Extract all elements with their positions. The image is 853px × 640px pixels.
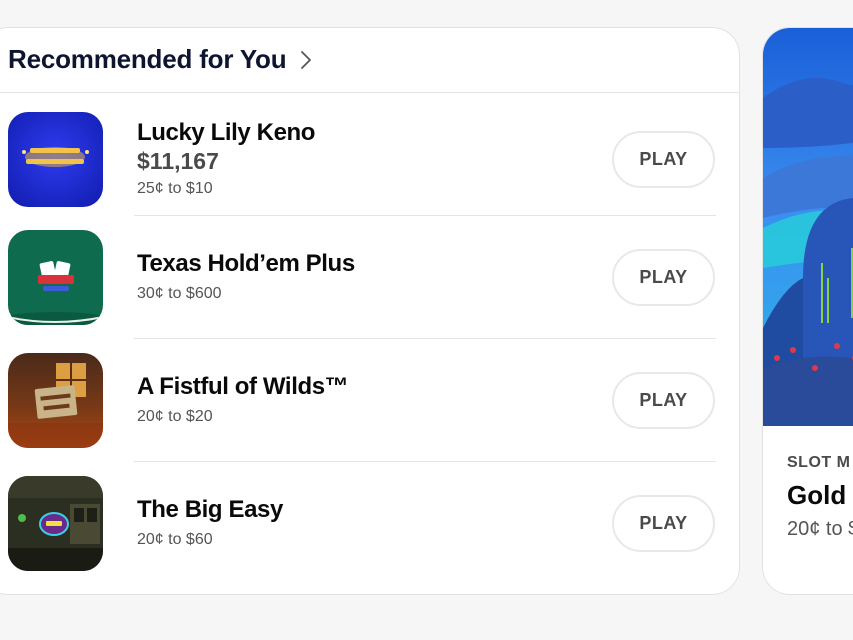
lucky-lily-keno-thumbnail[interactable] — [8, 112, 103, 207]
game-row-texas-holdem-plus: Texas Hold’em Plus 30¢ to $600 PLAY — [0, 216, 740, 336]
section-header[interactable]: Recommended for You — [8, 44, 312, 75]
game-bet-range: 20¢ to $60 — [137, 531, 213, 548]
chevron-right-icon[interactable] — [300, 50, 312, 70]
play-button[interactable]: PLAY — [612, 131, 715, 188]
play-button[interactable]: PLAY — [612, 372, 715, 429]
game-name[interactable]: Texas Hold’em Plus — [137, 250, 355, 278]
game-name[interactable]: The Big Easy — [137, 496, 283, 524]
featured-game-image[interactable] — [763, 28, 853, 426]
game-row-a-fistful-of-wilds: A Fistful of Wilds™ 20¢ to $20 PLAY — [0, 339, 740, 459]
a-fistful-of-wilds-thumbnail[interactable] — [8, 353, 103, 448]
texas-holdem-plus-thumbnail[interactable] — [8, 230, 103, 325]
game-name[interactable]: A Fistful of Wilds™ — [137, 373, 349, 401]
game-bet-range: 20¢ to $20 — [137, 408, 213, 425]
game-name[interactable]: Lucky Lily Keno — [137, 119, 315, 147]
section-title[interactable]: Recommended for You — [8, 44, 287, 75]
the-big-easy-thumbnail[interactable] — [8, 476, 103, 571]
play-button[interactable]: PLAY — [612, 249, 715, 306]
featured-game-title[interactable]: Gold — [787, 480, 846, 511]
featured-game-card[interactable]: SLOT M Gold 20¢ to $ — [762, 27, 853, 595]
featured-game-bet-range: 20¢ to $ — [787, 518, 853, 540]
play-button[interactable]: PLAY — [612, 495, 715, 552]
game-bet-range: 25¢ to $10 — [137, 180, 213, 197]
game-bet-range: 30¢ to $600 — [137, 285, 222, 302]
game-row-lucky-lily-keno: Lucky Lily Keno $11,167 25¢ to $10 PLAY — [0, 93, 740, 213]
game-jackpot: $11,167 — [137, 148, 219, 174]
featured-game-category: SLOT M — [787, 454, 851, 471]
game-row-the-big-easy: The Big Easy 20¢ to $60 PLAY — [0, 462, 740, 582]
